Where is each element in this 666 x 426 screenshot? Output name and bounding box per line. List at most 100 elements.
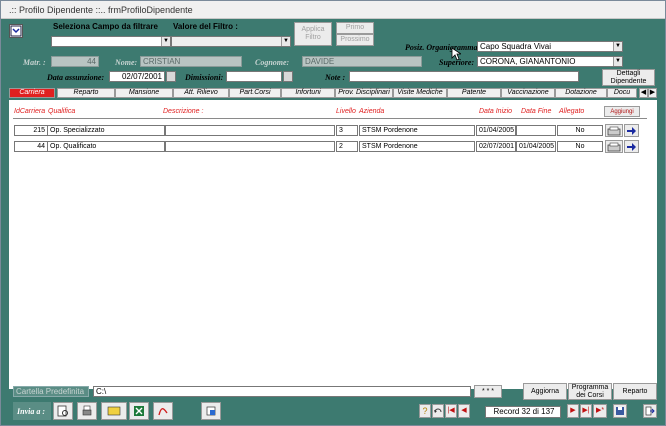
calendar-icon[interactable] (166, 71, 176, 82)
dismiss-field[interactable] (226, 71, 282, 82)
next-button[interactable]: Prossimo (336, 34, 374, 46)
first-button[interactable]: Primo (336, 22, 374, 34)
tab-prov-disciplinari[interactable]: Prov. Disciplinari (335, 88, 393, 98)
cognome-label: Cognome: (255, 58, 290, 67)
row2-descrizione[interactable] (165, 141, 335, 152)
row1-attach-icon[interactable] (605, 124, 623, 137)
previous-record-icon[interactable]: ◀ (458, 404, 470, 418)
col-header-qualifica: Qualifica (48, 108, 76, 115)
row1-livello[interactable]: 3 (336, 125, 358, 136)
calendar-icon[interactable] (283, 71, 293, 82)
tab-part-corsi[interactable]: Part.Corsi (229, 88, 281, 98)
hire-date-field[interactable]: 02/07/2001 (109, 71, 165, 82)
reparto-button[interactable]: Reparto (613, 383, 657, 400)
exit-icon[interactable] (643, 404, 657, 418)
col-header-livello: Livello (336, 108, 356, 115)
add-button[interactable]: Aggiungi (604, 106, 640, 117)
form-icon[interactable] (9, 24, 23, 38)
window-title: .:: Profilo Dipendente ::.. frmProfiloDi… (9, 5, 193, 15)
send-to-panel: Invia a : (13, 402, 51, 420)
filter-value-combo[interactable]: ▼ (171, 36, 291, 47)
filter-field-label: Seleziona Campo da filtrare (53, 22, 158, 31)
tab-vaccinazione[interactable]: Vaccinazione (501, 88, 555, 98)
position-combo[interactable]: Capo Squadra Vivai ▼ (477, 41, 623, 52)
row2-qualifica[interactable]: Op. Qualificato (47, 141, 165, 152)
nome-field[interactable]: CRISTIAN (140, 56, 242, 67)
record-counter: Record 32 di 137 (485, 406, 561, 418)
tab-visite-mediche[interactable]: Visite Mediche (393, 88, 447, 98)
dismiss-label: Dimissioni: (185, 73, 224, 82)
tab-scroll-left-icon[interactable]: ◀ (639, 88, 648, 98)
row1-descrizione[interactable] (165, 125, 335, 136)
row2-go-arrow-icon[interactable] (624, 140, 639, 153)
default-folder-label: Cartella Predefinita (13, 386, 89, 397)
last-record-icon[interactable]: ▶| (580, 404, 592, 418)
export-icon[interactable] (201, 402, 221, 420)
tab-patente[interactable]: Patente (447, 88, 501, 98)
col-header-id: IdCarriera (14, 108, 46, 115)
chevron-down-icon[interactable]: ▼ (281, 37, 290, 46)
note-field[interactable] (349, 71, 579, 82)
chevron-down-icon[interactable]: ▼ (161, 37, 170, 46)
row1-qualifica[interactable]: Op. Specializzato (47, 125, 165, 136)
row1-azienda[interactable]: STSM Pordenone (359, 125, 475, 136)
excel-icon[interactable] (129, 402, 149, 420)
cognome-field[interactable]: DAVIDE (302, 56, 422, 67)
tab-carriera[interactable]: Carriera (9, 88, 55, 98)
tab-infortuni[interactable]: Infortuni (281, 88, 335, 98)
position-value: Capo Squadra Vivai (480, 42, 552, 51)
undo-icon[interactable] (432, 404, 444, 418)
tab-docu[interactable]: Docu (607, 88, 637, 98)
row2-azienda[interactable]: STSM Pordenone (359, 141, 475, 152)
row1-data-fine[interactable] (516, 125, 556, 136)
matr-label: Matr. : (23, 58, 46, 67)
apply-filter-button[interactable]: Applica Filtro (294, 22, 332, 46)
employee-details-button[interactable]: Dettagli Dipendente (602, 69, 655, 86)
tab-dotazione[interactable]: Dotazione (555, 88, 607, 98)
row1-data-inizio[interactable]: 01/04/2005 (476, 125, 516, 136)
matr-field[interactable]: 44 (51, 56, 99, 67)
hire-date-label: Data assunzione: (47, 73, 105, 82)
default-folder-field[interactable]: C:\ (93, 386, 471, 397)
tab-bar: Carriera Reparto Mansione Att. Rilievo P… (9, 88, 657, 99)
superior-combo[interactable]: CORONA, GIANANTONIO ▼ (477, 56, 623, 67)
superior-value: CORONA, GIANANTONIO (480, 57, 576, 66)
row2-data-inizio[interactable]: 02/07/2001 (476, 141, 516, 152)
save-record-icon[interactable] (613, 404, 627, 418)
row1-go-arrow-icon[interactable] (624, 124, 639, 137)
filter-field-combo[interactable]: ▼ (51, 36, 171, 47)
col-header-data-inizio: Data Inizio (479, 108, 513, 115)
help-icon[interactable]: ? (419, 404, 431, 418)
row2-allegato[interactable]: No (557, 141, 603, 152)
first-record-icon[interactable]: |◀ (445, 404, 457, 418)
col-header-data-fine: Data Fine (521, 108, 552, 115)
nome-label: Nome: (115, 58, 138, 67)
pdf-icon[interactable] (153, 402, 173, 420)
chevron-down-icon[interactable]: ▼ (613, 57, 622, 66)
tab-scroll-right-icon[interactable]: ▶ (648, 88, 657, 98)
new-record-icon[interactable]: ▶* (593, 404, 607, 418)
programma-corsi-button[interactable]: Programma dei Corsi (568, 383, 612, 400)
aggiorna-button[interactable]: Aggiorna (523, 383, 567, 400)
col-header-descrizione: Descrizione : (163, 108, 204, 115)
chevron-down-icon[interactable]: ▼ (613, 42, 622, 51)
row2-attach-icon[interactable] (605, 140, 623, 153)
tab-att-rilievo[interactable]: Att. Rilievo (173, 88, 229, 98)
tab-reparto[interactable]: Reparto (57, 88, 115, 98)
next-record-icon[interactable]: ▶ (567, 404, 579, 418)
mouse-cursor-icon (451, 47, 461, 61)
email-icon[interactable] (101, 402, 127, 420)
send-to-label: Invia a : (17, 407, 45, 416)
browse-folder-button[interactable]: * * * (474, 385, 502, 398)
row2-id[interactable]: 44 (14, 141, 48, 152)
row1-allegato[interactable]: No (557, 125, 603, 136)
row1-id[interactable]: 215 (14, 125, 48, 136)
printer-icon[interactable] (77, 402, 97, 420)
row2-data-fine[interactable]: 01/04/2005 (516, 141, 556, 152)
print-preview-icon[interactable] (53, 402, 73, 420)
window: .:: Profilo Dipendente ::.. frmProfiloDi… (0, 0, 666, 426)
row2-livello[interactable]: 2 (336, 141, 358, 152)
tab-mansione[interactable]: Mansione (115, 88, 173, 98)
filter-value-label: Valore del Filtro : (173, 22, 238, 31)
col-header-azienda: Azienda (359, 108, 385, 115)
